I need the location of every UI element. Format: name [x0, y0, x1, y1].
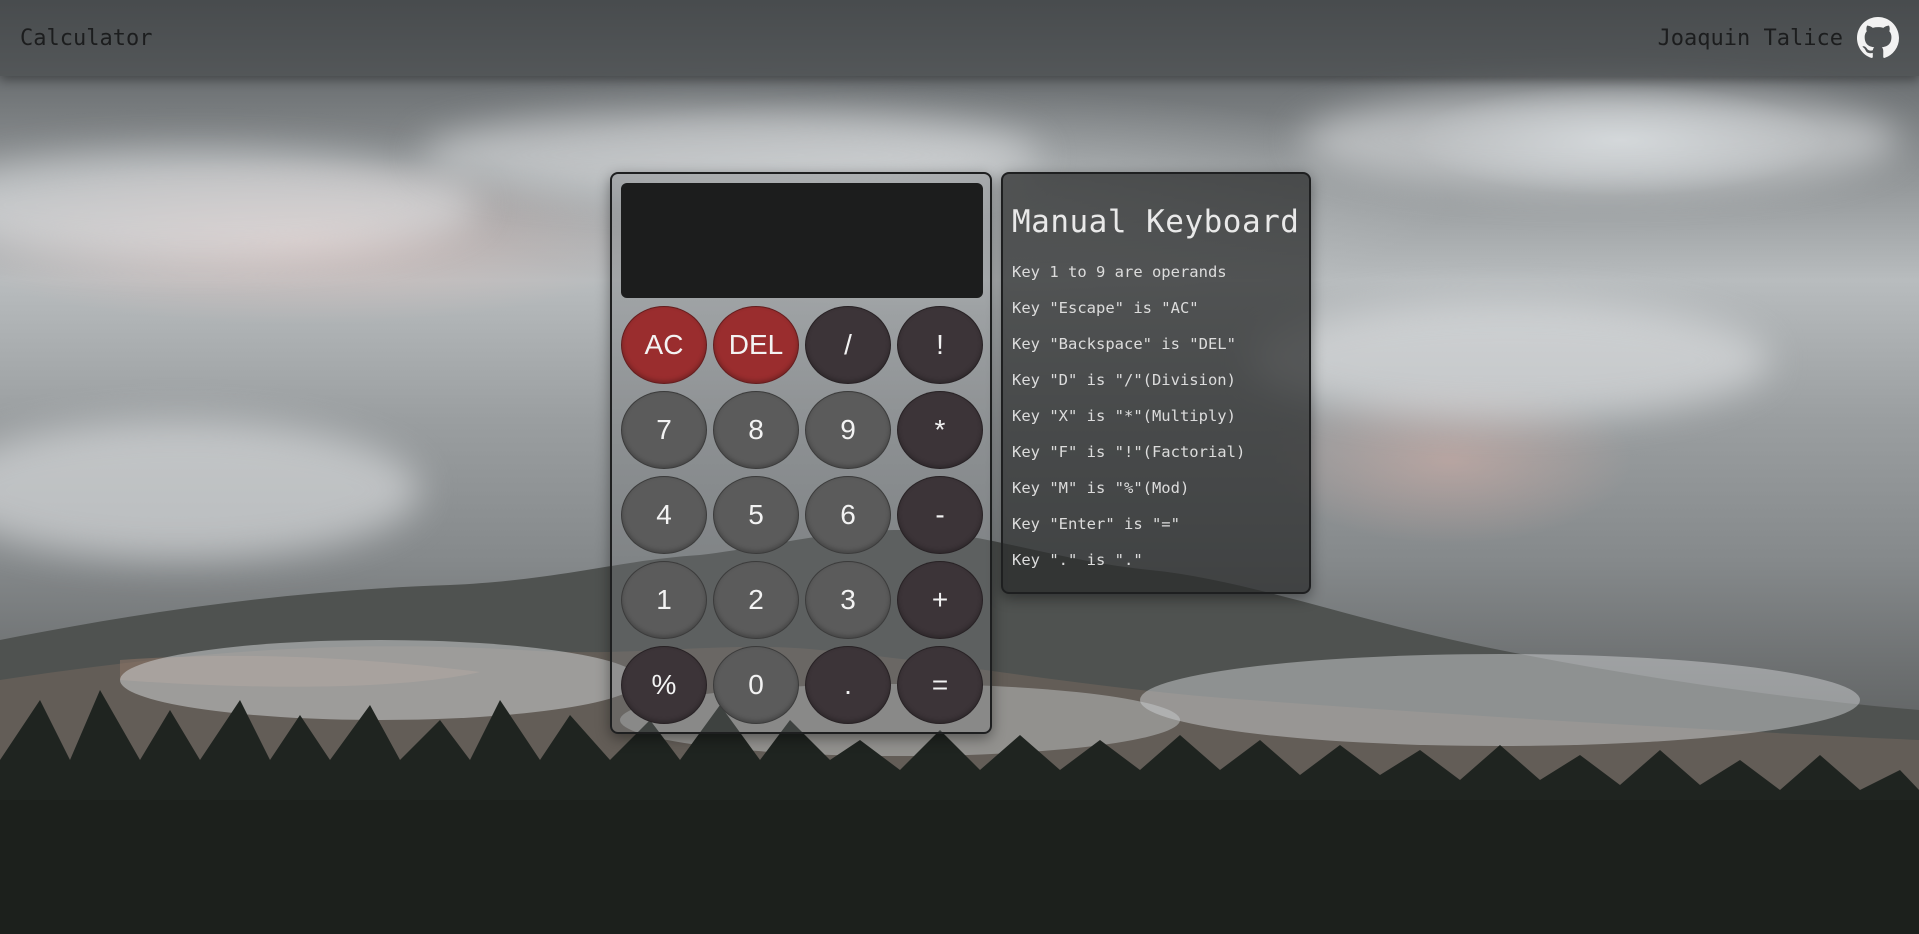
calculator-display — [621, 183, 983, 298]
subtract-button[interactable]: - — [897, 476, 983, 554]
manual-keyboard-panel: Manual Keyboard Key 1 to 9 are operands K… — [1001, 172, 1311, 594]
manual-key-item: Key "Backspace" is "DEL" — [1012, 335, 1236, 353]
manual-key-item: Key "X" is "*"(Multiply) — [1012, 407, 1236, 425]
mod-button[interactable]: % — [621, 646, 707, 724]
multiply-button[interactable]: * — [897, 391, 983, 469]
github-icon[interactable] — [1857, 17, 1899, 59]
manual-key-item: Key "Enter" is "=" — [1012, 515, 1180, 533]
manual-key-item: Key "M" is "%"(Mod) — [1012, 479, 1190, 497]
app-title: Calculator — [20, 25, 153, 51]
manual-title: Manual Keyboard — [1012, 204, 1300, 240]
digit-9-button[interactable]: 9 — [805, 391, 891, 469]
manual-key-item: Key "Escape" is "AC" — [1012, 299, 1199, 317]
digit-0-button[interactable]: 0 — [713, 646, 799, 724]
author-name: Joaquin Talice — [1657, 25, 1843, 51]
digit-2-button[interactable]: 2 — [713, 561, 799, 639]
calculator: AC DEL /! 7 8 9 * 4 5 6- 1 2 3 +% 0. = — [610, 172, 992, 734]
digit-6-button[interactable]: 6 — [805, 476, 891, 554]
top-bar: Calculator Joaquin Talice — [0, 0, 1919, 76]
keypad: AC DEL /! 7 8 9 * 4 5 6- 1 2 3 +% 0. = — [621, 306, 983, 726]
manual-key-item: Key 1 to 9 are operands — [1012, 263, 1227, 281]
decimal-button[interactable]: . — [805, 646, 891, 724]
manual-key-item: Key "." is "." — [1012, 551, 1143, 569]
digit-5-button[interactable]: 5 — [713, 476, 799, 554]
digit-8-button[interactable]: 8 — [713, 391, 799, 469]
digit-1-button[interactable]: 1 — [621, 561, 707, 639]
manual-key-item: Key "D" is "/"(Division) — [1012, 371, 1236, 389]
equals-button[interactable]: = — [897, 646, 983, 724]
divide-button[interactable]: / — [805, 306, 891, 384]
all-clear-button[interactable]: AC — [621, 306, 707, 384]
delete-button[interactable]: DEL — [713, 306, 799, 384]
factorial-button[interactable]: ! — [897, 306, 983, 384]
digit-4-button[interactable]: 4 — [621, 476, 707, 554]
manual-key-list: Key 1 to 9 are operands Key "Escape" is "… — [1012, 254, 1309, 578]
author-link[interactable]: Joaquin Talice — [1658, 17, 1899, 59]
digit-3-button[interactable]: 3 — [805, 561, 891, 639]
manual-key-item: Key "F" is "!"(Factorial) — [1012, 443, 1246, 461]
add-button[interactable]: + — [897, 561, 983, 639]
digit-7-button[interactable]: 7 — [621, 391, 707, 469]
